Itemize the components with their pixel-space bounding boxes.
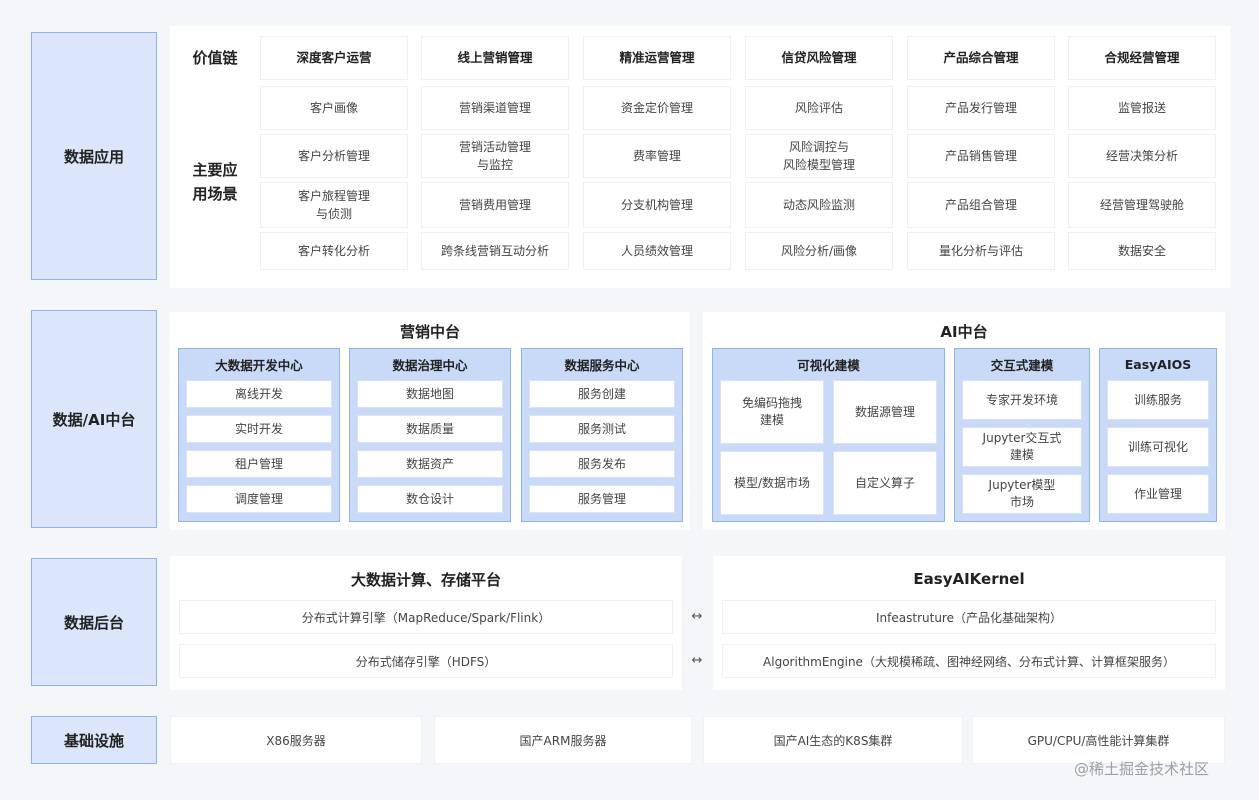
value-chain-header: 深度客户运营 (260, 36, 408, 80)
storage-engine-row: 分布式储存引擎（HDFS） (179, 644, 673, 678)
scenario-cell: 产品发行管理 (907, 86, 1055, 130)
platform-item: 实时开发 (186, 415, 332, 443)
scenario-cell: 营销活动管理 与监控 (421, 134, 569, 178)
visual-modeling-item: 模型/数据市场 (720, 451, 824, 515)
interactive-modeling-item: 专家开发环境 (962, 380, 1082, 420)
category-data-application: 数据应用 (31, 32, 157, 280)
scenario-cell: 客户画像 (260, 86, 408, 130)
scenario-cell: 人员绩效管理 (583, 232, 731, 270)
easyaios-item: 作业管理 (1107, 474, 1209, 514)
scenario-cell: 营销渠道管理 (421, 86, 569, 130)
infra-arm-servers: 国产ARM服务器 (434, 716, 692, 764)
scenario-label-line1: 主要应 (192, 161, 238, 179)
scenario-cell: 风险调控与 风险模型管理 (745, 134, 893, 178)
platform-item: 数据资产 (357, 450, 503, 478)
value-chain-label: 价值链 (192, 49, 238, 67)
visual-modeling-item: 免编码拖拽 建模 (720, 380, 824, 444)
visual-modeling-item: 数据源管理 (833, 380, 937, 444)
interactive-modeling-title: 交互式建模 (990, 357, 1054, 373)
scenario-cell: 动态风险监测 (745, 182, 893, 228)
ai-platform-title: AI中台 (940, 322, 988, 341)
platform-item: 服务测试 (529, 415, 675, 443)
infra-x86-servers: X86服务器 (170, 716, 422, 764)
scenario-cell: 监管报送 (1068, 86, 1216, 130)
scenario-cell: 经营决策分析 (1068, 134, 1216, 178)
platform-item: 数据质量 (357, 415, 503, 443)
easyaios-item: 训练服务 (1107, 380, 1209, 420)
visual-modeling-item: 自定义算子 (833, 451, 937, 515)
bidirectional-arrow-icon: ↔ (691, 652, 703, 668)
easyaikernel-title: EasyAIKernel (913, 570, 1025, 588)
value-chain-header: 信贷风险管理 (745, 36, 893, 80)
scenario-label: 主要应 用场景 (178, 90, 252, 274)
scenario-cell: 分支机构管理 (583, 182, 731, 228)
scenario-cell: 营销费用管理 (421, 182, 569, 228)
scenario-cell: 经营管理驾驶舱 (1068, 182, 1216, 228)
interactive-modeling-item: Jupyter模型 市场 (962, 474, 1082, 514)
infrastructure-row: Infeastruture（产品化基础架构） (722, 600, 1216, 634)
value-chain-header: 产品综合管理 (907, 36, 1055, 80)
value-chain-header: 线上营销管理 (421, 36, 569, 80)
scenario-cell: 产品销售管理 (907, 134, 1055, 178)
scenario-cell: 费率管理 (583, 134, 731, 178)
platform-item: 服务发布 (529, 450, 675, 478)
interactive-modeling-item: Jupyter交互式 建模 (962, 427, 1082, 467)
scenario-cell: 客户分析管理 (260, 134, 408, 178)
infra-k8s-cluster: 国产AI生态的K8S集群 (703, 716, 963, 764)
platform-item: 数仓设计 (357, 485, 503, 513)
easyaios-item: 训练可视化 (1107, 427, 1209, 467)
scenario-cell: 产品组合管理 (907, 182, 1055, 228)
watermark: @稀土掘金技术社区 (1074, 760, 1210, 778)
value-chain-header: 精准运营管理 (583, 36, 731, 80)
platform-item: 服务创建 (529, 380, 675, 408)
scenario-cell: 客户转化分析 (260, 232, 408, 270)
platform-group-title: 大数据开发中心 (215, 357, 303, 373)
bigdata-platform-title: 大数据计算、存储平台 (350, 570, 501, 589)
platform-item: 租户管理 (186, 450, 332, 478)
easyaios-title: EasyAIOS (1124, 356, 1192, 372)
platform-group-title: 数据治理中心 (392, 357, 468, 373)
bidirectional-arrow-icon: ↔ (691, 608, 703, 624)
scenario-cell: 数据安全 (1068, 232, 1216, 270)
category-data-ai-platform: 数据/AI中台 (31, 310, 157, 528)
value-chain-header: 合规经营管理 (1068, 36, 1216, 80)
category-infrastructure: 基础设施 (31, 716, 157, 764)
platform-item: 服务管理 (529, 485, 675, 513)
algorithm-engine-row: AlgorithmEngine（大规模稀疏、图神经网络、分布式计算、计算框架服务… (722, 644, 1216, 678)
compute-engine-row: 分布式计算引擎（MapReduce/Spark/Flink） (179, 600, 673, 634)
category-data-backend: 数据后台 (31, 558, 157, 686)
scenario-cell: 风险分析/画像 (745, 232, 893, 270)
scenario-cell: 跨条线营销互动分析 (421, 232, 569, 270)
platform-item: 离线开发 (186, 380, 332, 408)
scenario-label-line2: 用场景 (192, 185, 238, 203)
platform-item: 调度管理 (186, 485, 332, 513)
infra-gpu-cpu-cluster: GPU/CPU/高性能计算集群 (972, 716, 1225, 764)
scenario-cell: 资金定价管理 (583, 86, 731, 130)
platform-group-title: 数据服务中心 (564, 357, 640, 373)
scenario-cell: 量化分析与评估 (907, 232, 1055, 270)
marketing-platform-title: 营销中台 (399, 322, 460, 341)
scenario-cell: 客户旅程管理 与侦测 (260, 182, 408, 228)
scenario-cell: 风险评估 (745, 86, 893, 130)
platform-item: 数据地图 (357, 380, 503, 408)
visual-modeling-title: 可视化建模 (797, 357, 860, 373)
